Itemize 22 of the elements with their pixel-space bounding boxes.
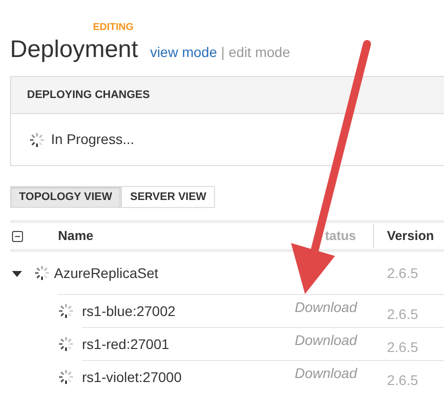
node-name: rs1-blue:27002 xyxy=(82,302,176,320)
column-header: Name xyxy=(58,227,94,246)
version-text: 2.6.5 xyxy=(386,304,420,324)
separator: | xyxy=(220,42,225,62)
node-name: rs1-violet:27000 xyxy=(82,368,182,386)
version-text: 2.6.5 xyxy=(386,370,420,390)
version-text: 2.6.5 xyxy=(386,338,420,356)
status-text: Download xyxy=(294,331,357,350)
mode-link[interactable]: view mode xyxy=(150,42,217,62)
version-text: 2.6.5 xyxy=(386,264,420,282)
progress-text: In Progress... xyxy=(51,130,134,149)
node-name: rs1-red:27001 xyxy=(82,334,170,354)
status-text: Download xyxy=(294,298,357,317)
node-name: AzureReplicaSet xyxy=(54,264,158,283)
column-header: tatus xyxy=(324,227,357,246)
view-tab[interactable]: TOPOLOGY VIEW xyxy=(10,186,122,208)
mode-label: EDITING xyxy=(93,22,134,34)
column-header: Version xyxy=(386,227,435,246)
status-text: Download xyxy=(294,364,357,383)
panel-title: DEPLOYING CHANGES xyxy=(11,77,444,114)
page-title: Deployment xyxy=(10,36,138,64)
view-tab[interactable]: SERVER VIEW xyxy=(121,186,216,208)
